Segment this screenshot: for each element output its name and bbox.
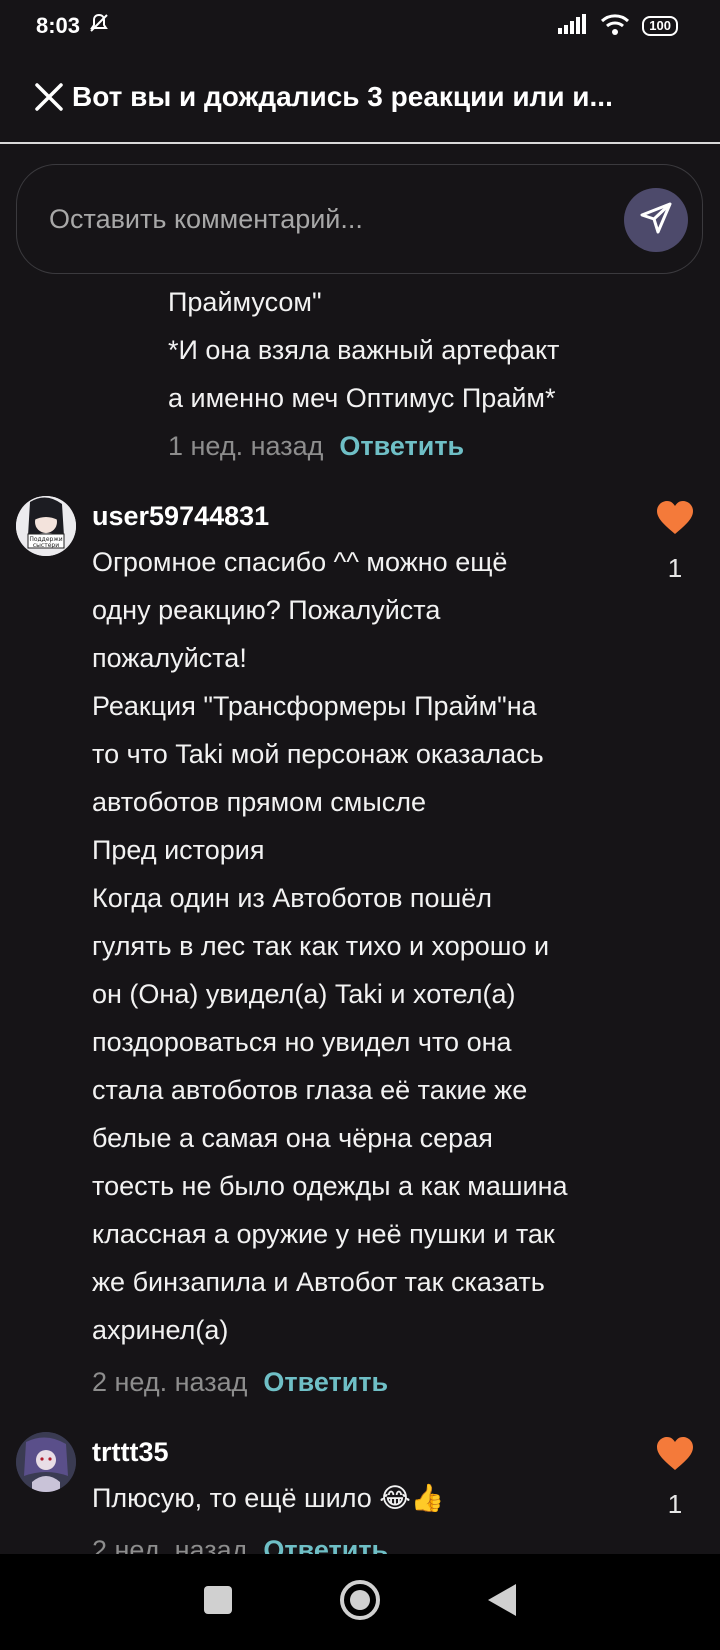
comment-line: Огромное спасибо ^^ можно ещё	[92, 547, 508, 577]
like-count: 1	[667, 553, 683, 583]
comment-line: а именно меч Оптимус Прайм*	[168, 383, 556, 413]
battery-level: 100	[642, 16, 678, 36]
status-bar: 8:03 100	[0, 0, 720, 52]
heart-icon[interactable]	[655, 501, 695, 540]
comment-body: trttt35 Плюсую, то ещё шило 😂👍 2 нед. на…	[92, 1430, 632, 1574]
comment-line: Плюсую, то ещё шило 😂👍	[92, 1483, 445, 1513]
like-column: 1	[650, 1436, 700, 1520]
comment-time: 1 нед. назад	[168, 430, 324, 461]
system-nav-bar	[0, 1554, 720, 1650]
comment-line: он (Она) увидел(а) Taki и хотел(а)	[92, 979, 516, 1009]
avatar[interactable]: Поддержи сыстери	[16, 496, 76, 556]
comment-line: Пред история	[92, 835, 265, 865]
comment-line: Реакция "Трансформеры Прайм"на	[92, 691, 537, 721]
send-icon	[639, 201, 673, 240]
recents-button[interactable]	[202, 1584, 234, 1621]
wifi-icon	[600, 13, 630, 40]
battery-icon: 100	[642, 16, 678, 36]
reply-button[interactable]: Ответить	[339, 431, 464, 462]
home-button[interactable]	[338, 1578, 382, 1627]
comment-box	[16, 164, 703, 274]
comment-line: одну реакцию? Пожалуйста	[92, 595, 441, 625]
comment-line: же бинзапила и Автобот так сказать	[92, 1267, 545, 1297]
header: Вот вы и дождались 3 реакции или и...	[0, 52, 720, 144]
comment-line: Праймусом"	[168, 287, 322, 317]
comment-username[interactable]: trttt35	[92, 1430, 632, 1474]
comment-line: *И она взяла важный артефакт	[168, 335, 560, 365]
comment-line: классная а оружие у неё пушки и так	[92, 1219, 555, 1249]
like-column: 1	[650, 500, 700, 584]
send-button[interactable]	[624, 188, 688, 252]
reply-button[interactable]: Ответить	[263, 1367, 388, 1398]
status-time: 8:03	[36, 13, 81, 38]
comment-username[interactable]: user59744831	[92, 494, 632, 538]
comment-line: гулять в лес так как тихо и хорошо и	[92, 931, 550, 961]
comment-line: автоботов прямом смысле	[92, 787, 426, 817]
avatar-caption-line: сыстери	[33, 542, 59, 549]
comment-meta: 1 нед. назад Ответить	[168, 422, 628, 470]
close-icon[interactable]	[32, 80, 66, 114]
page-title: Вот вы и дождались 3 реакции или и...	[72, 81, 613, 112]
avatar[interactable]	[16, 1432, 76, 1492]
comment-meta: 2 нед. назад Ответить	[92, 1358, 632, 1406]
signal-icon	[558, 13, 588, 39]
comment-line: стала автоботов глаза её такие же	[92, 1075, 528, 1105]
reply-fragment: Праймусом" *И она взяла важный артефакт …	[168, 278, 628, 470]
comment-input[interactable]	[49, 203, 609, 235]
comment-line: ахринел(а)	[92, 1315, 229, 1345]
comment-line: тоесть не было одежды а как машина	[92, 1171, 568, 1201]
comment-line: то что Taki мой персонаж оказалась	[92, 739, 544, 769]
comment-body: user59744831 Огромное спасибо ^^ можно е…	[92, 494, 632, 1406]
comment-line: пожалуйста!	[92, 643, 247, 673]
status-right: 100	[558, 13, 678, 40]
comment-line: Когда один из Автоботов пошёл	[92, 883, 493, 913]
like-count: 1	[667, 1489, 683, 1519]
status-left: 8:03	[36, 12, 110, 40]
heart-icon[interactable]	[655, 1437, 695, 1476]
comment-line: поздороваться но увидел что она	[92, 1027, 512, 1057]
comment-line: белые а самая она чёрна серая	[92, 1123, 493, 1153]
mute-icon	[88, 12, 110, 40]
back-button[interactable]	[486, 1582, 518, 1623]
comment-time: 2 нед. назад	[92, 1366, 248, 1397]
